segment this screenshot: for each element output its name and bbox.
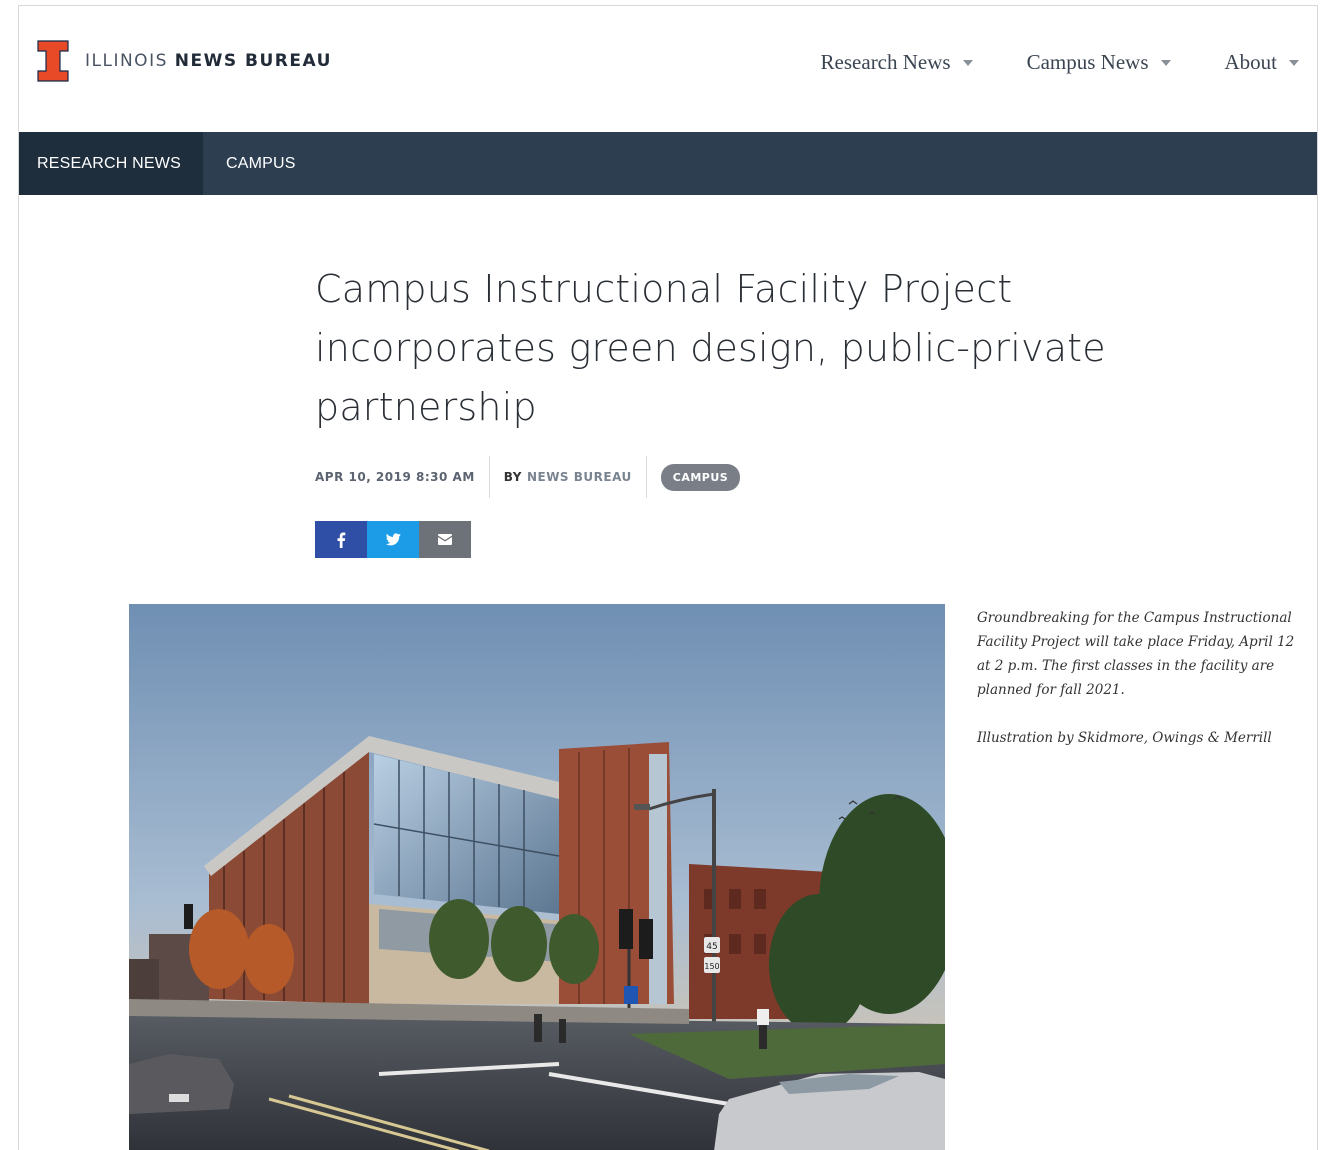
site-header: ILLINOIS NEWS BUREAU Research News Campu… [19, 6, 1317, 132]
section-nav-bar: RESEARCH NEWS CAMPUS [19, 132, 1317, 195]
site-logo[interactable]: ILLINOIS NEWS BUREAU [37, 40, 332, 82]
section-tab-campus[interactable]: CAMPUS [203, 132, 314, 195]
twitter-icon [385, 533, 401, 546]
building-rendering-illustration: 45 150 [129, 604, 945, 1150]
route-sign-45: 45 [706, 942, 717, 952]
category-badge[interactable]: CAMPUS [660, 463, 741, 491]
email-icon [438, 534, 452, 545]
main-nav: Research News Campus News About [767, 50, 1299, 75]
share-facebook-button[interactable] [315, 521, 367, 558]
caret-down-icon [1160, 59, 1171, 66]
caret-down-icon [1289, 59, 1299, 66]
article-byline: BY NEWS BUREAU [490, 456, 647, 498]
share-email-button[interactable] [419, 521, 471, 558]
article-meta: APR 10, 2019 8:30 AM BY NEWS BUREAU CAMP… [315, 456, 741, 498]
image-caption: Groundbreaking for the Campus Instructio… [977, 606, 1297, 750]
share-buttons [315, 521, 471, 558]
nav-about-label: About [1224, 50, 1278, 74]
article-hero-image: 45 150 [129, 604, 945, 1150]
page-frame: ILLINOIS NEWS BUREAU Research News Campu… [18, 5, 1318, 1150]
nav-research-news-label: Research News [820, 50, 951, 74]
caption-credit: Illustration by Skidmore, Owings & Merri… [977, 730, 1272, 746]
nav-campus-news[interactable]: Campus News [1027, 50, 1171, 75]
article-title: Campus Instructional Facility Project in… [315, 267, 1106, 429]
byline-label: BY [503, 470, 522, 484]
logo-text-bold: NEWS BUREAU [174, 51, 332, 71]
logo-text-light: ILLINOIS [85, 51, 168, 71]
section-tab-research-news[interactable]: RESEARCH NEWS [19, 132, 203, 195]
caret-down-icon [962, 59, 973, 66]
route-sign-150: 150 [704, 962, 719, 971]
nav-campus-news-label: Campus News [1026, 50, 1149, 74]
facebook-icon [337, 532, 346, 548]
share-twitter-button[interactable] [367, 521, 419, 558]
nav-about[interactable]: About [1224, 50, 1299, 75]
logo-wordmark: ILLINOIS NEWS BUREAU [85, 51, 332, 71]
caption-text: Groundbreaking for the Campus Instructio… [977, 610, 1295, 698]
article-date: APR 10, 2019 8:30 AM [315, 456, 490, 498]
illinois-block-i-icon [37, 40, 69, 82]
nav-research-news[interactable]: Research News [821, 50, 973, 75]
byline-author[interactable]: NEWS BUREAU [527, 470, 632, 484]
